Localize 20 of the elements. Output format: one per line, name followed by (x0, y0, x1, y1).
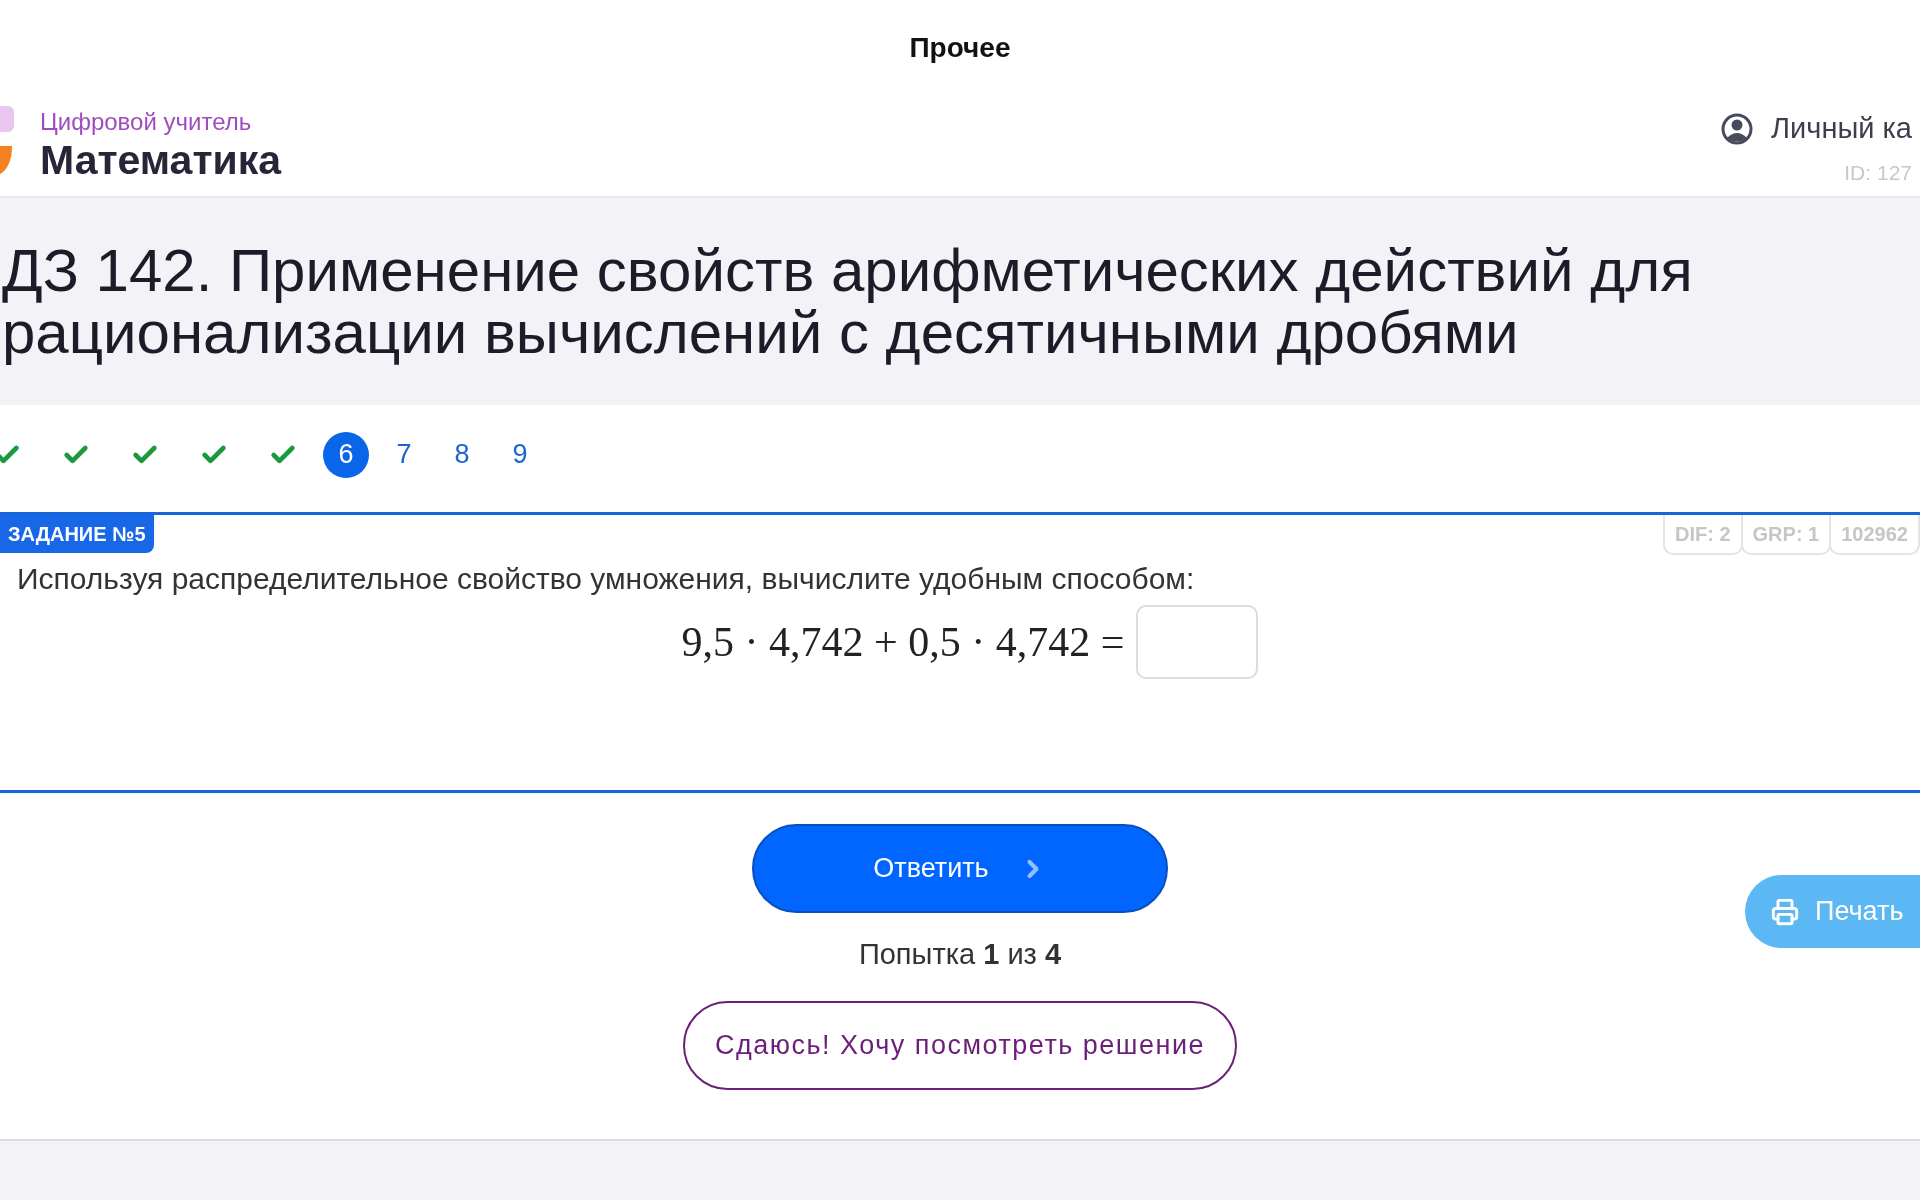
step-number[interactable]: 9 (505, 431, 535, 478)
lesson-title: ДЗ 142. Применение свойств арифметических действий для рационализации вычислений с десятичными дробями (1, 239, 1694, 364)
submit-button[interactable]: Ответить (752, 824, 1168, 913)
account-link[interactable]: Личный ка (1771, 107, 1912, 151)
task-badge: ЗАДАНИЕ №5 (0, 515, 154, 553)
subject-title: Математика (40, 135, 281, 184)
step-number[interactable]: 7 (389, 431, 419, 478)
page-title: Прочее (909, 30, 1011, 65)
step-number[interactable]: 6 (323, 431, 369, 478)
printer-icon (1771, 897, 1799, 926)
step-number[interactable]: 8 (447, 431, 477, 478)
math-expression: 9,5 · 4,742 + 0,5 · 4,742 = (681, 617, 1125, 667)
task-tag: 102962 (1829, 515, 1920, 555)
brand-name: Цифровой учитель (40, 107, 253, 136)
answer-field[interactable] (1136, 605, 1259, 679)
attempt-counter: Попытка 1 из 4 (858, 937, 1062, 971)
give-up-button[interactable]: Сдаюсь! Хочу посмотреть решение (683, 1001, 1237, 1090)
user-avatar-icon (1721, 112, 1754, 145)
task-tag: DIF: 2 (1663, 515, 1743, 555)
question-text: Используя распределительное свойство умножения, вычислите удобным способом: (16, 561, 1196, 597)
